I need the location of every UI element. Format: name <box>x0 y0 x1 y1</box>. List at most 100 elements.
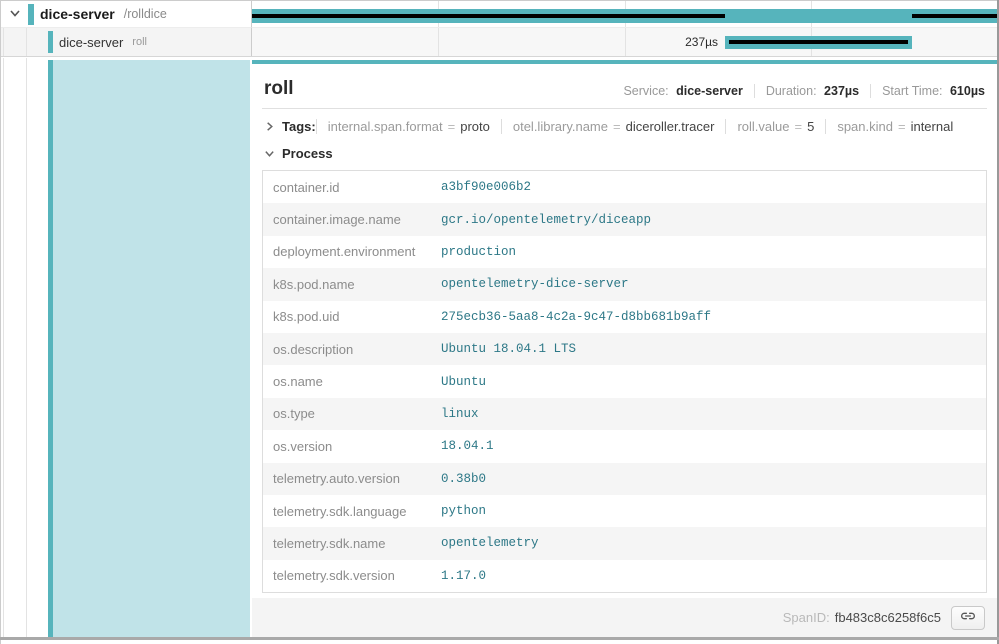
span-detail-footer: SpanID: fb483c8c6258f6c5 <box>252 598 997 637</box>
kv-value: gcr.io/opentelemetry/diceapp <box>431 213 651 227</box>
table-row: deployment.environmentproduction <box>263 236 986 268</box>
tag-item: span.kind = internal <box>825 119 964 134</box>
collapse-children-button[interactable] <box>6 5 24 23</box>
process-accordion-header[interactable]: Process <box>262 143 987 170</box>
span-bar-rolldice[interactable] <box>252 9 997 23</box>
self-time-overlay <box>729 40 908 44</box>
kv-key: os.type <box>263 406 431 421</box>
service-color-stripe <box>28 4 34 25</box>
tag-key: internal.span.format <box>328 119 443 134</box>
span-meta: Service: dice-server Duration: 237µs Sta… <box>623 84 985 98</box>
kv-key: k8s.pod.name <box>263 277 431 292</box>
equals-sign: = <box>795 119 803 134</box>
table-row: os.descriptionUbuntu 18.04.1 LTS <box>263 333 986 365</box>
kv-key: deployment.environment <box>263 244 431 259</box>
kv-key: telemetry.sdk.version <box>263 568 431 583</box>
selected-span-highlight <box>53 60 250 637</box>
timeline-row-roll[interactable]: 237µs <box>252 28 997 56</box>
span-id-label: SpanID: <box>783 610 830 625</box>
tag-value: diceroller.tracer <box>626 119 715 134</box>
copy-span-link-button[interactable] <box>951 606 985 630</box>
meta-start-value: 610µs <box>950 84 985 98</box>
equals-sign: = <box>448 119 456 134</box>
kv-value: opentelemetry <box>431 536 539 550</box>
tags-accordion-header[interactable]: Tags: internal.span.format=proto otel.li… <box>262 109 987 143</box>
span-operation-title: roll <box>264 79 294 98</box>
window-frame <box>0 637 999 640</box>
indent-guide <box>3 28 4 56</box>
tag-item: internal.span.format = proto <box>316 119 501 134</box>
kv-value: 275ecb36-5aa8-4c2a-9c47-d8bb681b9aff <box>431 310 711 324</box>
kv-value: 1.17.0 <box>431 569 486 583</box>
process-key-value-table: container.ida3bf90e006b2 container.image… <box>262 170 987 593</box>
operation-name: /rolldice <box>124 7 167 21</box>
child-time-overlay <box>912 14 997 18</box>
meta-start-label: Start Time: <box>882 84 942 98</box>
table-row: os.nameUbuntu <box>263 365 986 397</box>
tag-key: span.kind <box>837 119 893 134</box>
span-duration-label: 237µs <box>252 28 725 56</box>
table-row: os.version18.04.1 <box>263 430 986 462</box>
meta-start-time: Start Time: 610µs <box>870 84 985 98</box>
tag-value: proto <box>460 119 490 134</box>
tag-key: roll.value <box>737 119 789 134</box>
table-row: telemetry.sdk.version1.17.0 <box>263 560 986 592</box>
timeline-row-rolldice[interactable] <box>252 1 997 28</box>
kv-value: linux <box>431 407 479 421</box>
tag-item: otel.library.name=diceroller.tracer <box>501 119 726 134</box>
kv-key: os.name <box>263 374 431 389</box>
process-section-label: Process <box>282 146 333 161</box>
table-row: k8s.pod.uid275ecb36-5aa8-4c2a-9c47-d8bb6… <box>263 301 986 333</box>
equals-sign: = <box>898 119 906 134</box>
span-bar-roll[interactable] <box>725 36 912 49</box>
kv-value: a3bf90e006b2 <box>431 180 531 194</box>
service-color-stripe <box>48 31 53 53</box>
kv-value: 18.04.1 <box>431 439 494 453</box>
chevron-down-icon <box>264 148 275 159</box>
span-tree-item-roll[interactable]: dice-server roll <box>0 28 252 56</box>
meta-duration-value: 237µs <box>824 84 859 98</box>
child-time-overlay <box>252 14 725 18</box>
table-row: telemetry.sdk.languagepython <box>263 495 986 527</box>
kv-value: python <box>431 504 486 518</box>
kv-value: production <box>431 245 516 259</box>
kv-key: telemetry.auto.version <box>263 471 431 486</box>
kv-key: container.image.name <box>263 212 431 227</box>
span-detail-header: roll Service: dice-server Duration: 237µ… <box>262 64 987 109</box>
tags-section-label: Tags: <box>282 119 316 134</box>
tag-value: internal <box>911 119 954 134</box>
kv-key: os.description <box>263 342 431 357</box>
table-row: os.typelinux <box>263 398 986 430</box>
jaeger-trace-detail-window: dice-server /rolldice dice-server roll 2… <box>0 0 999 644</box>
meta-duration-label: Duration: <box>766 84 817 98</box>
span-row-roll: dice-server roll 237µs <box>0 28 999 57</box>
kv-key: telemetry.sdk.name <box>263 536 431 551</box>
table-row: container.ida3bf90e006b2 <box>263 171 986 203</box>
indent-guide <box>26 58 27 637</box>
tag-value: 5 <box>807 119 814 134</box>
meta-duration: Duration: 237µs <box>754 84 859 98</box>
chevron-down-icon <box>9 7 21 22</box>
service-name: dice-server <box>59 35 123 50</box>
equals-sign: = <box>613 119 621 134</box>
kv-value: Ubuntu <box>431 375 486 389</box>
indent-guide <box>3 58 4 637</box>
meta-service-value: dice-server <box>676 84 743 98</box>
span-detail-panel: roll Service: dice-server Duration: 237µ… <box>252 57 997 637</box>
span-row-rolldice: dice-server /rolldice <box>0 1 999 28</box>
chevron-right-icon <box>264 121 275 132</box>
indent-guide <box>26 28 27 56</box>
table-row: k8s.pod.nameopentelemetry-dice-server <box>263 268 986 300</box>
kv-value: opentelemetry-dice-server <box>431 277 629 291</box>
span-id-value: fb483c8c6258f6c5 <box>835 610 941 625</box>
span-tree-item-rolldice[interactable]: dice-server /rolldice <box>0 1 252 28</box>
link-icon <box>960 608 976 627</box>
meta-service: Service: dice-server <box>623 84 742 98</box>
service-name: dice-server <box>40 6 115 22</box>
table-row: telemetry.auto.version0.38b0 <box>263 463 986 495</box>
kv-value: 0.38b0 <box>431 472 486 486</box>
kv-value: Ubuntu 18.04.1 LTS <box>431 342 576 356</box>
kv-key: os.version <box>263 439 431 454</box>
kv-key: k8s.pod.uid <box>263 309 431 324</box>
table-row: telemetry.sdk.nameopentelemetry <box>263 527 986 559</box>
